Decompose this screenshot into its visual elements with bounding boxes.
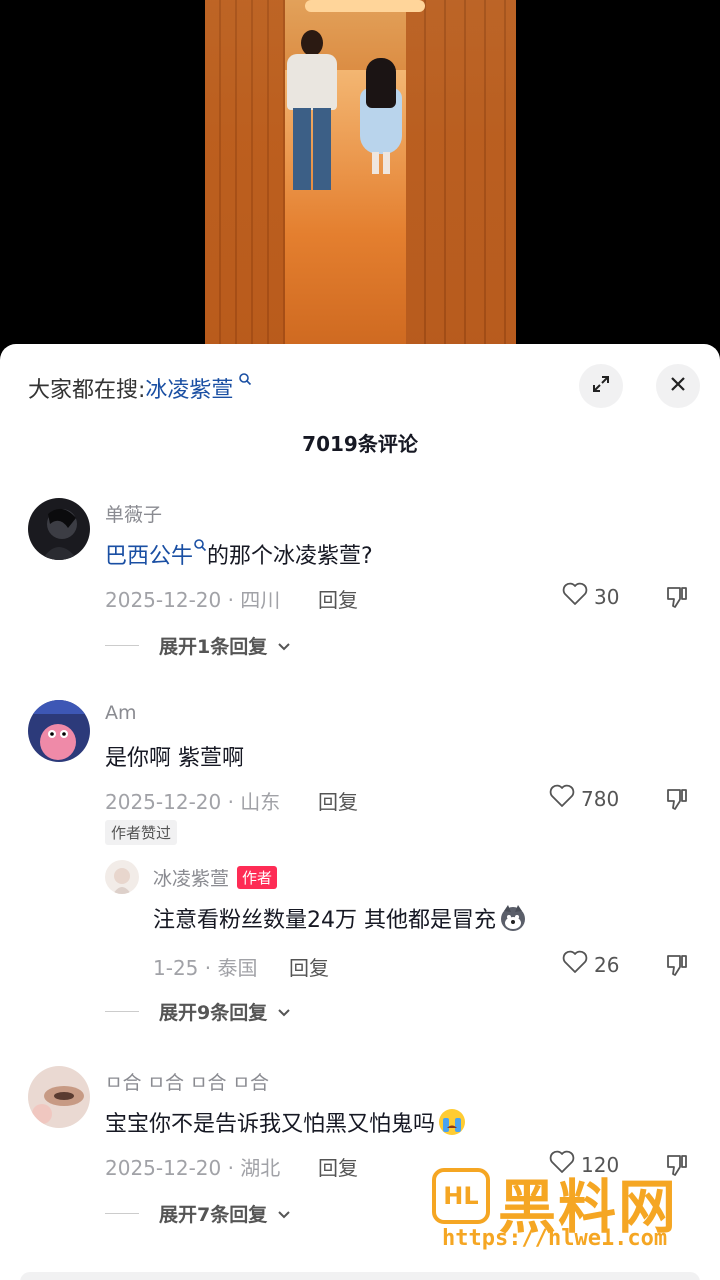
reply-text: 注意看粉丝数量24万 其他都是冒充 [153,902,528,934]
trending-search-keyword[interactable]: 冰凌紫萱 [145,378,233,403]
like-count: 30 [594,584,620,609]
corridor-wall-right [406,0,516,344]
husky-emoji-icon [498,903,528,933]
comment-username[interactable]: 单薇子 [105,500,162,527]
chevron-down-icon [277,1203,291,1225]
comment-keyword-link[interactable]: 巴西公牛 [105,544,193,569]
close-button[interactable] [656,364,700,408]
comment-input-bar[interactable] [20,1272,700,1280]
expand-replies-label: 展开7条回复 [159,1204,268,1226]
comment-meta: 2025-12-20 · 湖北 [105,1156,281,1180]
expand-replies-label: 展开1条回复 [159,636,268,658]
expand-replies-button[interactable]: 展开9条回复 [105,998,291,1025]
watermark-url: https://hlwe1.com [442,1226,668,1251]
reply-button[interactable]: 回复 [318,786,358,815]
ceiling-light [305,0,425,12]
trending-search-prefix: 大家都在搜: [28,378,146,403]
divider [105,1213,139,1214]
comment-meta: 2025-12-20 · 山东 [105,790,281,814]
heart-icon [562,582,588,611]
reply-meta: 1-25 · 泰国 [153,956,258,980]
search-icon [233,373,251,390]
comment-text: 宝宝你不是告诉我又怕黑又怕鬼吗 [105,1106,467,1138]
like-button[interactable]: 30 [562,582,619,611]
comment-panel: 大家都在搜:冰凌紫萱 7019条评论 单薇子 巴西公牛 的那个冰凌紫萱? 2025… [0,344,720,1280]
expand-button[interactable] [579,364,623,408]
comment-username[interactable]: Am [105,702,137,724]
close-icon [668,374,688,398]
comment-text: 巴西公牛 的那个冰凌紫萱? [105,538,373,570]
comment-count: 7019条评论 [302,432,418,456]
avatar[interactable] [28,498,90,560]
divider [105,1011,139,1012]
adult-figure [283,30,341,200]
reply-username-text: 冰凌紫萱 [153,868,230,890]
dislike-icon [664,587,690,614]
like-button[interactable]: 26 [562,950,619,979]
like-button[interactable]: 780 [549,784,619,813]
comment-text-rest: 的那个冰凌紫萱? [207,544,373,569]
trending-search[interactable]: 大家都在搜:冰凌紫萱 [28,372,252,404]
expand-icon [591,374,611,398]
reply-button[interactable]: 回复 [318,1152,358,1181]
heart-icon [549,784,575,813]
avatar[interactable] [28,700,90,762]
expand-replies-label: 展开9条回复 [159,1002,268,1024]
watermark-logo: HL [432,1168,490,1224]
corridor-wall-left [205,0,285,344]
dislike-icon [664,955,690,982]
dislike-icon [664,789,690,816]
heart-icon [562,950,588,979]
expand-replies-button[interactable]: 展开7条回复 [105,1200,291,1227]
child-figure [360,58,404,178]
expand-replies-button[interactable]: 展开1条回复 [105,632,291,659]
avatar[interactable] [28,1066,90,1128]
reply-text-content: 注意看粉丝数量24万 其他都是冒充 [153,908,496,933]
chevron-down-icon [277,1001,291,1023]
dislike-button[interactable] [664,584,690,610]
dislike-button[interactable] [664,786,690,812]
comment-username[interactable]: ㅁ合 ㅁ合 ㅁ合 ㅁ合 [105,1068,269,1095]
video-frame [205,0,516,344]
reply-button[interactable]: 回复 [289,952,329,981]
reply-avatar[interactable] [105,860,139,894]
dislike-button[interactable] [664,952,690,978]
comment-text-content: 宝宝你不是告诉我又怕黑又怕鬼吗 [105,1112,436,1137]
comment-meta: 2025-12-20 · 四川 [105,588,281,612]
like-count: 26 [594,952,620,977]
chevron-down-icon [277,635,291,657]
comment-text: 是你啊 紫萱啊 [105,746,244,771]
search-icon [193,539,207,556]
reply-username[interactable]: 冰凌紫萱 作者 [153,864,278,891]
reply-button[interactable]: 回复 [318,584,358,613]
crying-emoji-icon [437,1107,467,1137]
divider [105,645,139,646]
watermark: HL 黑料网 https://hlwe1.com [432,1160,702,1260]
like-count: 780 [581,786,620,811]
author-tag: 作者 [237,866,278,889]
author-liked-badge: 作者赞过 [105,820,178,845]
video-player[interactable] [0,0,720,344]
